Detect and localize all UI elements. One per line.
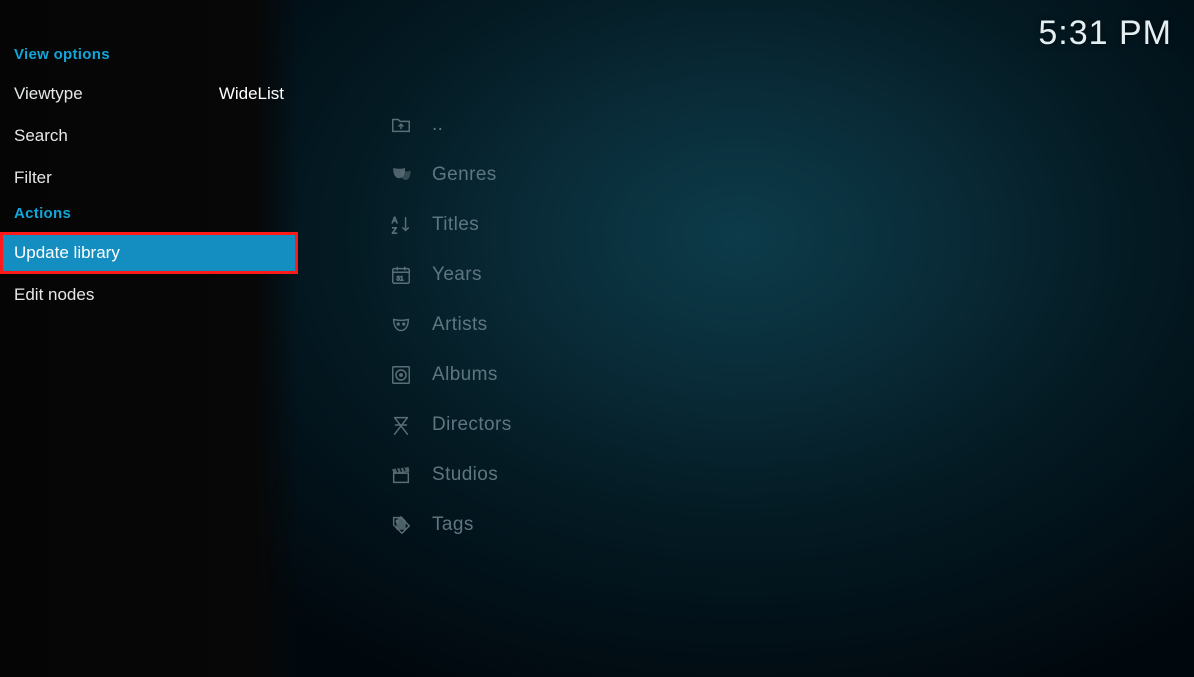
list-item-label: Tags xyxy=(432,514,474,536)
viewtype-value: WideList xyxy=(219,84,284,104)
list-item-tags[interactable]: Tags xyxy=(388,500,512,550)
update-library-row[interactable]: Update library xyxy=(0,232,298,274)
disc-icon xyxy=(388,364,414,386)
director-chair-icon xyxy=(388,414,414,436)
list-item-directors[interactable]: Directors xyxy=(388,400,512,450)
list-item-label: Directors xyxy=(432,414,512,436)
calendar-icon: 31 xyxy=(388,264,414,286)
clapper-icon xyxy=(388,464,414,486)
list-item-parent[interactable]: .. xyxy=(388,100,512,150)
list-item-albums[interactable]: Albums xyxy=(388,350,512,400)
filter-row[interactable]: Filter xyxy=(0,157,298,199)
list-item-studios[interactable]: Studios xyxy=(388,450,512,500)
tag-icon xyxy=(388,514,414,536)
viewtype-row[interactable]: Viewtype WideList xyxy=(0,73,298,115)
list-item-label: Titles xyxy=(432,214,479,236)
mask-single-icon xyxy=(388,314,414,336)
svg-text:A: A xyxy=(392,216,398,225)
search-label: Search xyxy=(14,126,68,146)
list-item-titles[interactable]: AZ Titles xyxy=(388,200,512,250)
list-item-label: .. xyxy=(432,114,443,136)
list-item-label: Albums xyxy=(432,364,498,386)
search-row[interactable]: Search xyxy=(0,115,298,157)
edit-nodes-row[interactable]: Edit nodes xyxy=(0,274,298,316)
masks-icon xyxy=(388,164,414,186)
library-list: .. Genres AZ Titles 31 Years Artists xyxy=(388,100,512,550)
main-content: .. Genres AZ Titles 31 Years Artists xyxy=(298,0,1194,677)
edit-nodes-label: Edit nodes xyxy=(14,285,94,305)
folder-up-icon xyxy=(388,114,414,136)
section-actions: Actions xyxy=(0,199,298,232)
list-item-label: Studios xyxy=(432,464,498,486)
list-item-years[interactable]: 31 Years xyxy=(388,250,512,300)
list-item-label: Genres xyxy=(432,164,497,186)
svg-text:31: 31 xyxy=(396,276,404,283)
svg-text:Z: Z xyxy=(392,226,397,235)
list-item-label: Artists xyxy=(432,314,488,336)
filter-label: Filter xyxy=(14,168,52,188)
update-library-label: Update library xyxy=(14,243,120,263)
list-item-label: Years xyxy=(432,264,482,286)
sidebar: View options Viewtype WideList Search Fi… xyxy=(0,0,298,677)
section-view-options: View options xyxy=(0,40,298,73)
viewtype-label: Viewtype xyxy=(14,84,83,104)
list-item-artists[interactable]: Artists xyxy=(388,300,512,350)
list-item-genres[interactable]: Genres xyxy=(388,150,512,200)
sort-az-icon: AZ xyxy=(388,214,414,236)
